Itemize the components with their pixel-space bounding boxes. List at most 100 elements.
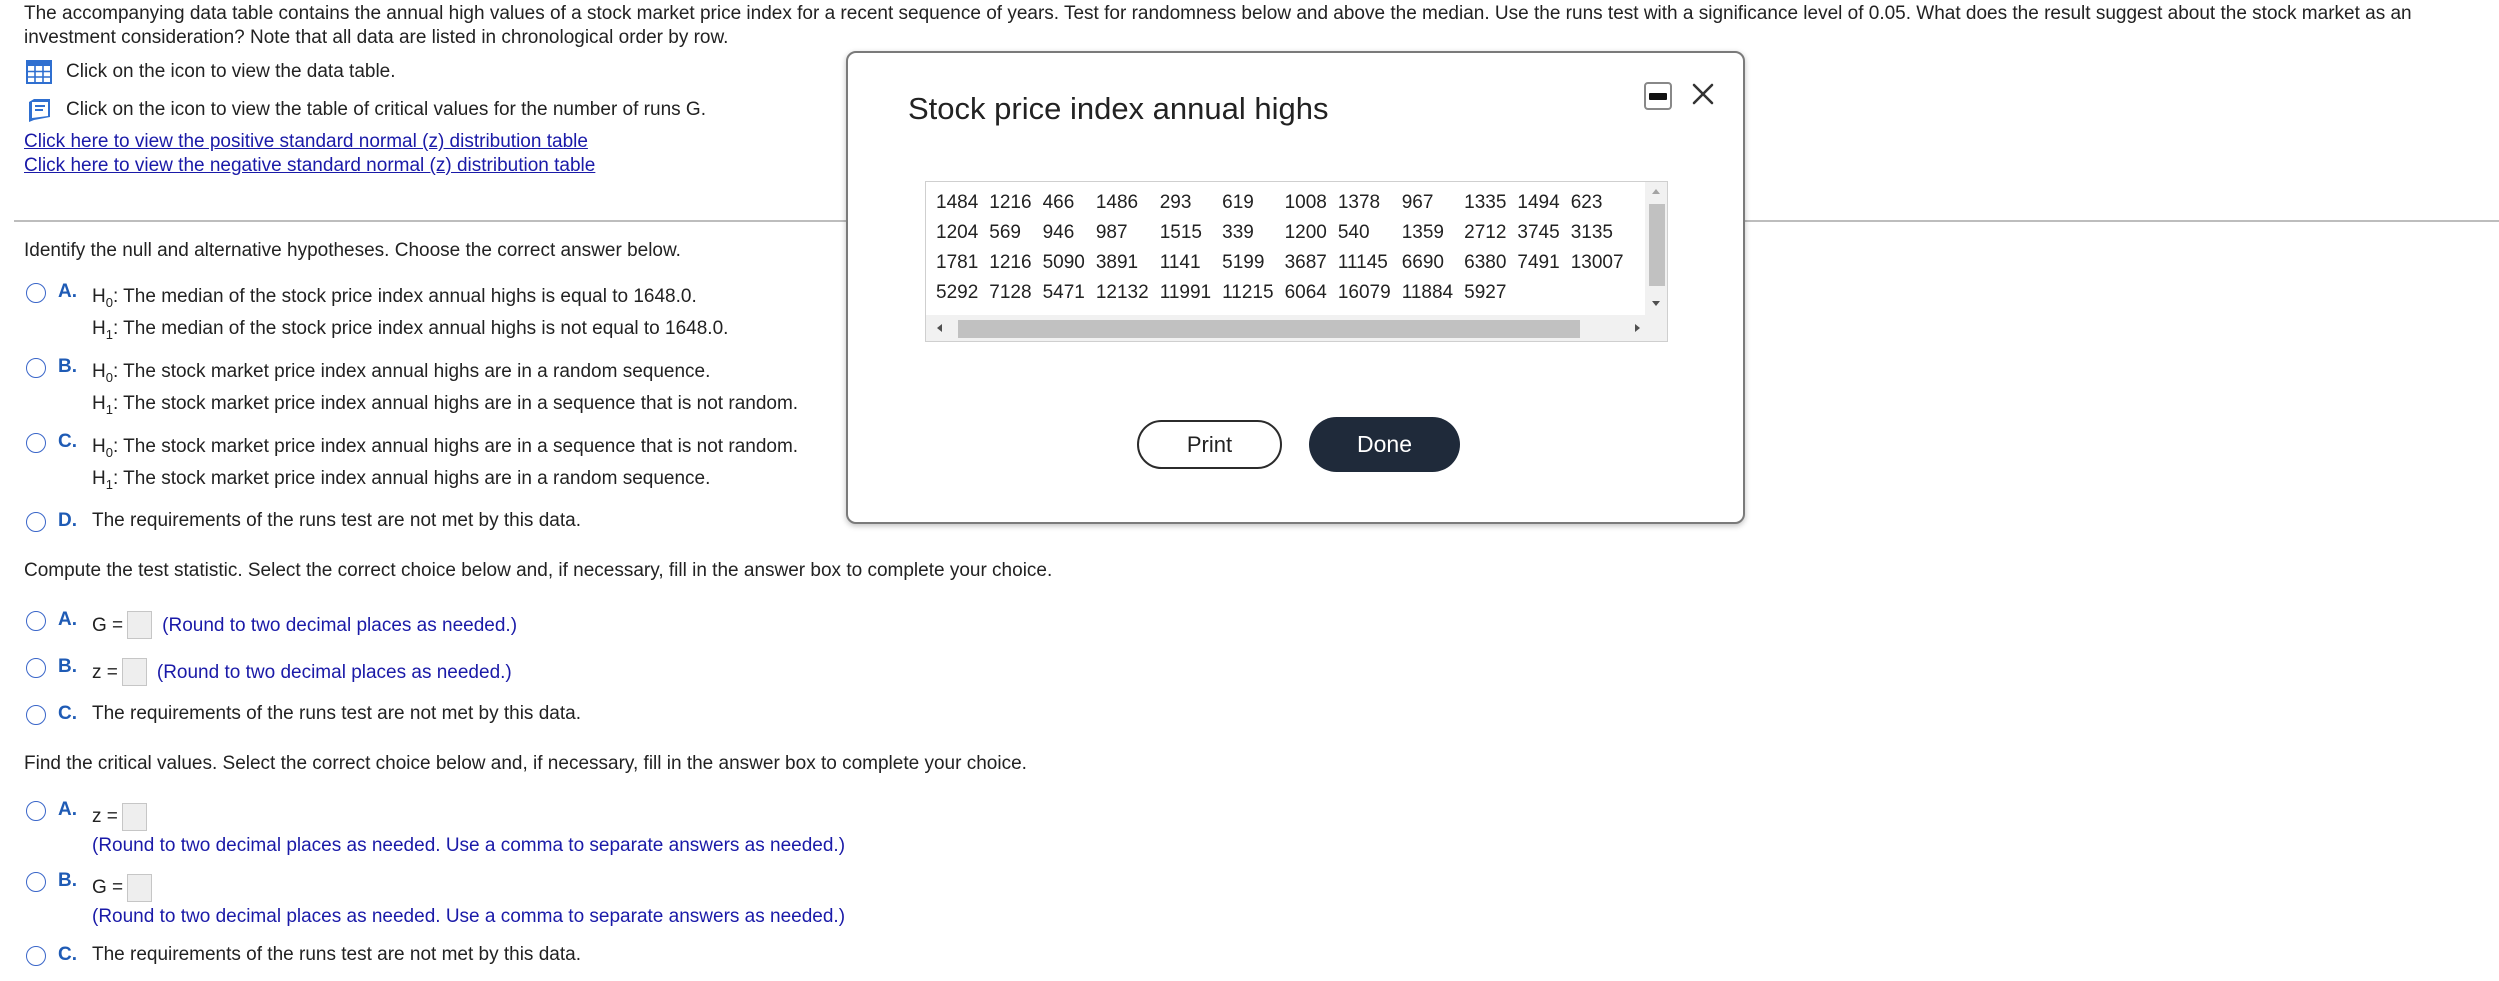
- table-cell: 3687: [1284, 252, 1327, 273]
- q3-b-var: G =: [92, 877, 124, 898]
- q1-prompt: Identify the null and alternative hypoth…: [24, 240, 681, 261]
- table-cell: 619: [1222, 192, 1254, 213]
- table-cell: 1008: [1284, 192, 1327, 213]
- table-cell: 7491: [1517, 252, 1560, 273]
- book-icon[interactable]: [24, 95, 54, 125]
- q2-b-hint: (Round to two decimal places as needed.): [156, 662, 512, 683]
- table-cell: 2712: [1464, 222, 1507, 243]
- q3-option-b[interactable]: B. G = (Round to two decimal places as n…: [26, 870, 845, 928]
- done-button[interactable]: Done: [1309, 417, 1460, 472]
- positive-z-table-link[interactable]: Click here to view the positive standard…: [24, 131, 588, 152]
- q1-option-a-radio[interactable]: [26, 283, 46, 303]
- q3-option-a[interactable]: A. z = (Round to two decimal places as n…: [26, 799, 846, 857]
- table-cell: 623: [1570, 192, 1603, 213]
- q3-b-answer-box[interactable]: [127, 874, 153, 902]
- option-letter: C.: [58, 703, 77, 724]
- q2-option-c-radio[interactable]: [26, 705, 46, 725]
- vertical-scrollbar[interactable]: [1645, 182, 1667, 315]
- data-table-viewport[interactable]: 1484 1216 466 1486 293 619 1008 1378 967 1335 1494…: [925, 181, 1668, 342]
- data-table-link-row[interactable]: Click on the icon to view the data table…: [24, 57, 396, 87]
- q3-prompt: Find the critical values. Select the cor…: [24, 753, 1027, 774]
- table-cell: 987: [1095, 222, 1128, 243]
- scroll-down-icon[interactable]: [1651, 300, 1661, 308]
- q1-option-d-radio[interactable]: [26, 512, 46, 532]
- q1-option-b-radio[interactable]: [26, 358, 46, 378]
- option-letter: C.: [58, 431, 77, 452]
- q2-option-c[interactable]: C. The requirements of the runs test are…: [26, 703, 581, 725]
- table-row: 1484 1216 466 1486 293 619 1008 1378 967 1335 1494…: [932, 188, 1631, 218]
- table-row: 5292 7128 5471 12132 11991 11215 6064 16079 1188…: [932, 278, 1631, 308]
- q2-option-a[interactable]: A. G = (Round to two decimal places as n…: [26, 609, 517, 639]
- table-cell: 13007: [1570, 252, 1624, 273]
- table-cell: 1216: [989, 252, 1032, 273]
- q2-option-b[interactable]: B. z = (Round to two decimal places as n…: [26, 656, 512, 686]
- q1-option-c-radio[interactable]: [26, 433, 46, 453]
- table-cell: 11884: [1401, 282, 1454, 303]
- option-letter: A.: [58, 799, 77, 820]
- negative-z-table-link[interactable]: Click here to view the negative standard…: [24, 155, 595, 176]
- q3-a-var: z =: [92, 806, 118, 827]
- q1-option-b[interactable]: B. H0: The stock market price index annu…: [26, 356, 798, 420]
- table-cell: 11991: [1159, 282, 1212, 303]
- dialog-title: Stock price index annual highs: [908, 91, 1329, 126]
- table-cell: 11215: [1222, 282, 1274, 303]
- q2-b-answer-box[interactable]: [121, 658, 147, 686]
- h-symbol: H: [92, 468, 106, 489]
- table-cell: 7128: [989, 282, 1032, 303]
- minimize-button[interactable]: [1644, 82, 1672, 110]
- critical-values-link-row[interactable]: Click on the icon to view the table of c…: [24, 95, 706, 125]
- h-symbol: H: [92, 361, 106, 382]
- q3-c-text: The requirements of the runs test are no…: [92, 944, 581, 965]
- table-cell: 6690: [1401, 252, 1444, 273]
- critical-values-link-text: Click on the icon to view the table of c…: [66, 99, 706, 120]
- close-button[interactable]: [1685, 76, 1721, 112]
- table-cell: 6064: [1284, 282, 1327, 303]
- q1-option-c[interactable]: C. H0: The stock market price index annu…: [26, 431, 798, 495]
- q2-option-a-radio[interactable]: [26, 611, 46, 631]
- table-cell: 1378: [1337, 192, 1381, 213]
- table-cell: 5199: [1222, 252, 1265, 273]
- q1-option-d[interactable]: D. The requirements of the runs test are…: [26, 510, 581, 532]
- q3-option-c-radio[interactable]: [26, 946, 46, 966]
- vertical-scroll-thumb[interactable]: [1649, 204, 1665, 286]
- table-cell: 1781: [936, 252, 979, 273]
- option-letter: A.: [58, 281, 77, 302]
- scroll-up-icon[interactable]: [1651, 187, 1661, 195]
- table-cell: 569: [989, 222, 1021, 243]
- table-cell: 1515: [1159, 222, 1202, 243]
- horizontal-scrollbar[interactable]: [926, 315, 1667, 341]
- scroll-left-icon[interactable]: [935, 323, 943, 333]
- h-subscript: 1: [105, 402, 113, 417]
- table-cell: 5471: [1042, 282, 1085, 303]
- print-button[interactable]: Print: [1137, 420, 1282, 469]
- table-grid-icon[interactable]: [24, 57, 54, 87]
- q3-a-answer-box[interactable]: [121, 803, 147, 831]
- q3-option-c[interactable]: C. The requirements of the runs test are…: [26, 944, 581, 966]
- q2-a-var: G =: [92, 615, 124, 636]
- table-cell: 1359: [1401, 222, 1444, 243]
- option-letter: B.: [58, 356, 77, 377]
- table-cell: 6380: [1464, 252, 1507, 273]
- q2-prompt: Compute the test statistic. Select the c…: [24, 560, 1053, 581]
- q3-a-hint: (Round to two decimal places as needed. …: [92, 835, 846, 856]
- q3-option-a-radio[interactable]: [26, 801, 46, 821]
- table-cell: 1484: [936, 192, 979, 213]
- table-cell: 3745: [1517, 222, 1560, 243]
- data-table-dialog: Stock price index annual highs 1484 1216 4…: [846, 51, 1745, 524]
- horizontal-scroll-thumb[interactable]: [958, 320, 1580, 338]
- table-cell: 5927: [1464, 282, 1507, 303]
- table-cell: 3135: [1570, 222, 1613, 243]
- h-symbol: H: [92, 318, 106, 339]
- table-cell: 1141: [1159, 252, 1201, 273]
- option-letter: A.: [58, 609, 77, 630]
- table-row: 1204 569 946 987 1515 339 1200 540 1359 2712 3745 3…: [932, 218, 1631, 248]
- q2-option-b-radio[interactable]: [26, 658, 46, 678]
- q2-a-answer-box[interactable]: [127, 611, 153, 639]
- q3-option-b-radio[interactable]: [26, 872, 46, 892]
- scroll-right-icon[interactable]: [1634, 323, 1642, 333]
- table-cell: 12132: [1095, 282, 1149, 303]
- q1-option-a[interactable]: A. H0: The median of the stock price ind…: [26, 281, 728, 345]
- table-cell: 466: [1042, 192, 1075, 213]
- option-letter: B.: [58, 870, 77, 891]
- minimize-icon: [1649, 92, 1667, 100]
